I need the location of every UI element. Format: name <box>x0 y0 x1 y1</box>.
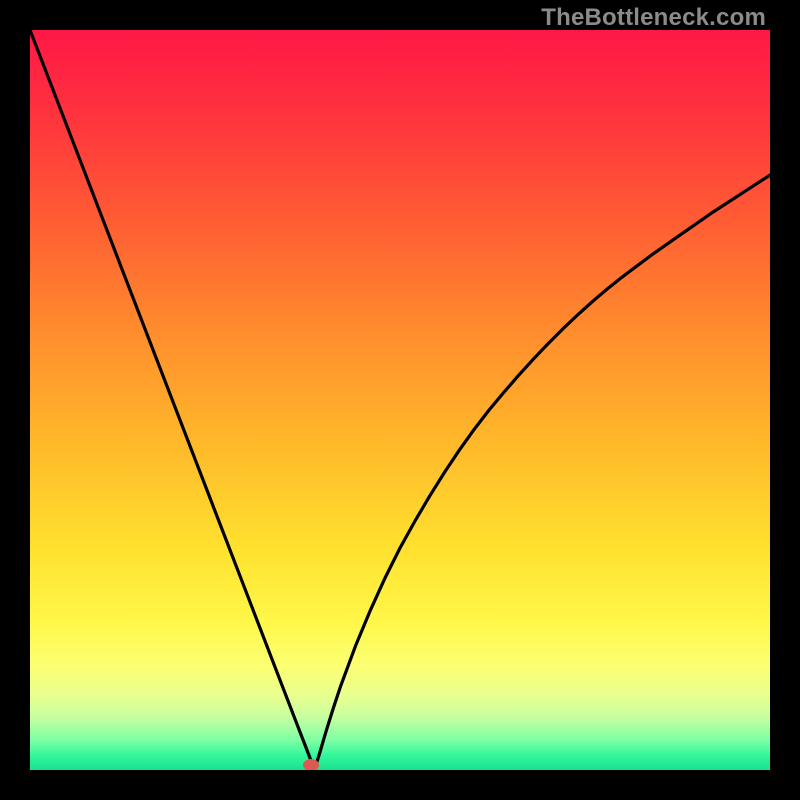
watermark-text: TheBottleneck.com <box>541 4 766 32</box>
chart-frame: TheBottleneck.com <box>0 0 800 800</box>
optimum-marker <box>303 759 319 770</box>
plot-area <box>30 30 770 770</box>
bottleneck-curve <box>30 30 770 770</box>
